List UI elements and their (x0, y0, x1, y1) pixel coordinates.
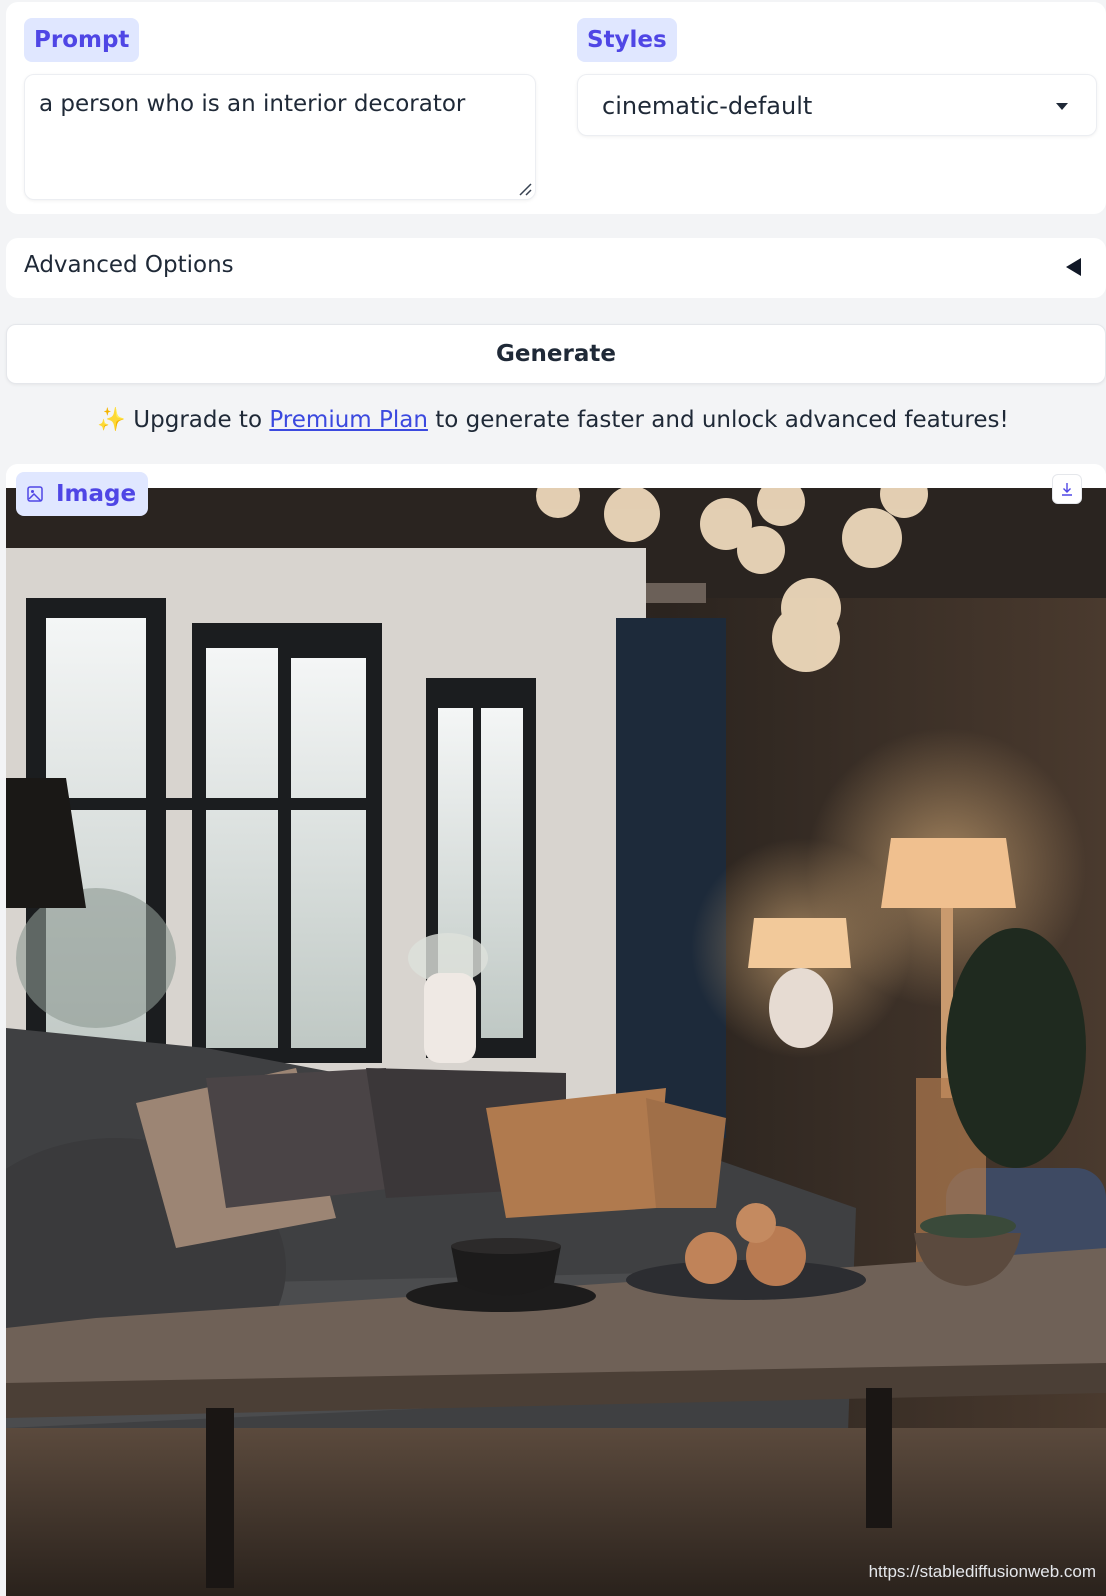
premium-plan-link[interactable]: Premium Plan (269, 407, 428, 433)
download-button[interactable] (1052, 474, 1082, 504)
image-panel-header (6, 464, 1106, 488)
image-icon (27, 486, 43, 502)
sparkle-icon: ✨ (97, 407, 126, 433)
download-icon (1062, 483, 1072, 496)
watermark-text: https://stablediffusionweb.com (868, 1562, 1096, 1581)
prompt-label: Prompt (24, 18, 140, 62)
resize-handle-icon[interactable] (518, 182, 532, 196)
styles-label: Styles (577, 18, 677, 62)
prompt-input[interactable]: a person who is an interior decorator (24, 74, 536, 200)
upgrade-text-after: to generate faster and unlock advanced f… (435, 407, 1009, 433)
generated-image (6, 488, 1106, 1596)
styles-selected-value: cinematic-default (602, 92, 813, 120)
image-label-badge: Image (16, 472, 149, 516)
styles-dropdown[interactable]: cinematic-default (577, 74, 1097, 136)
advanced-options-accordion[interactable]: Advanced Options (6, 238, 1106, 298)
generate-button[interactable]: Generate (6, 324, 1106, 384)
chevron-down-icon (1056, 103, 1068, 110)
advanced-options-label: Advanced Options (24, 252, 234, 278)
collapse-arrow-icon (1066, 258, 1081, 276)
prompt-styles-panel: Prompt a person who is an interior decor… (6, 2, 1106, 214)
image-output-panel: Image https://stablediffusionweb.com (6, 464, 1106, 1596)
upgrade-text-before: Upgrade to (133, 407, 263, 433)
image-label: Image (56, 481, 137, 507)
upgrade-message: ✨ Upgrade to Premium Plan to generate fa… (0, 406, 1106, 433)
